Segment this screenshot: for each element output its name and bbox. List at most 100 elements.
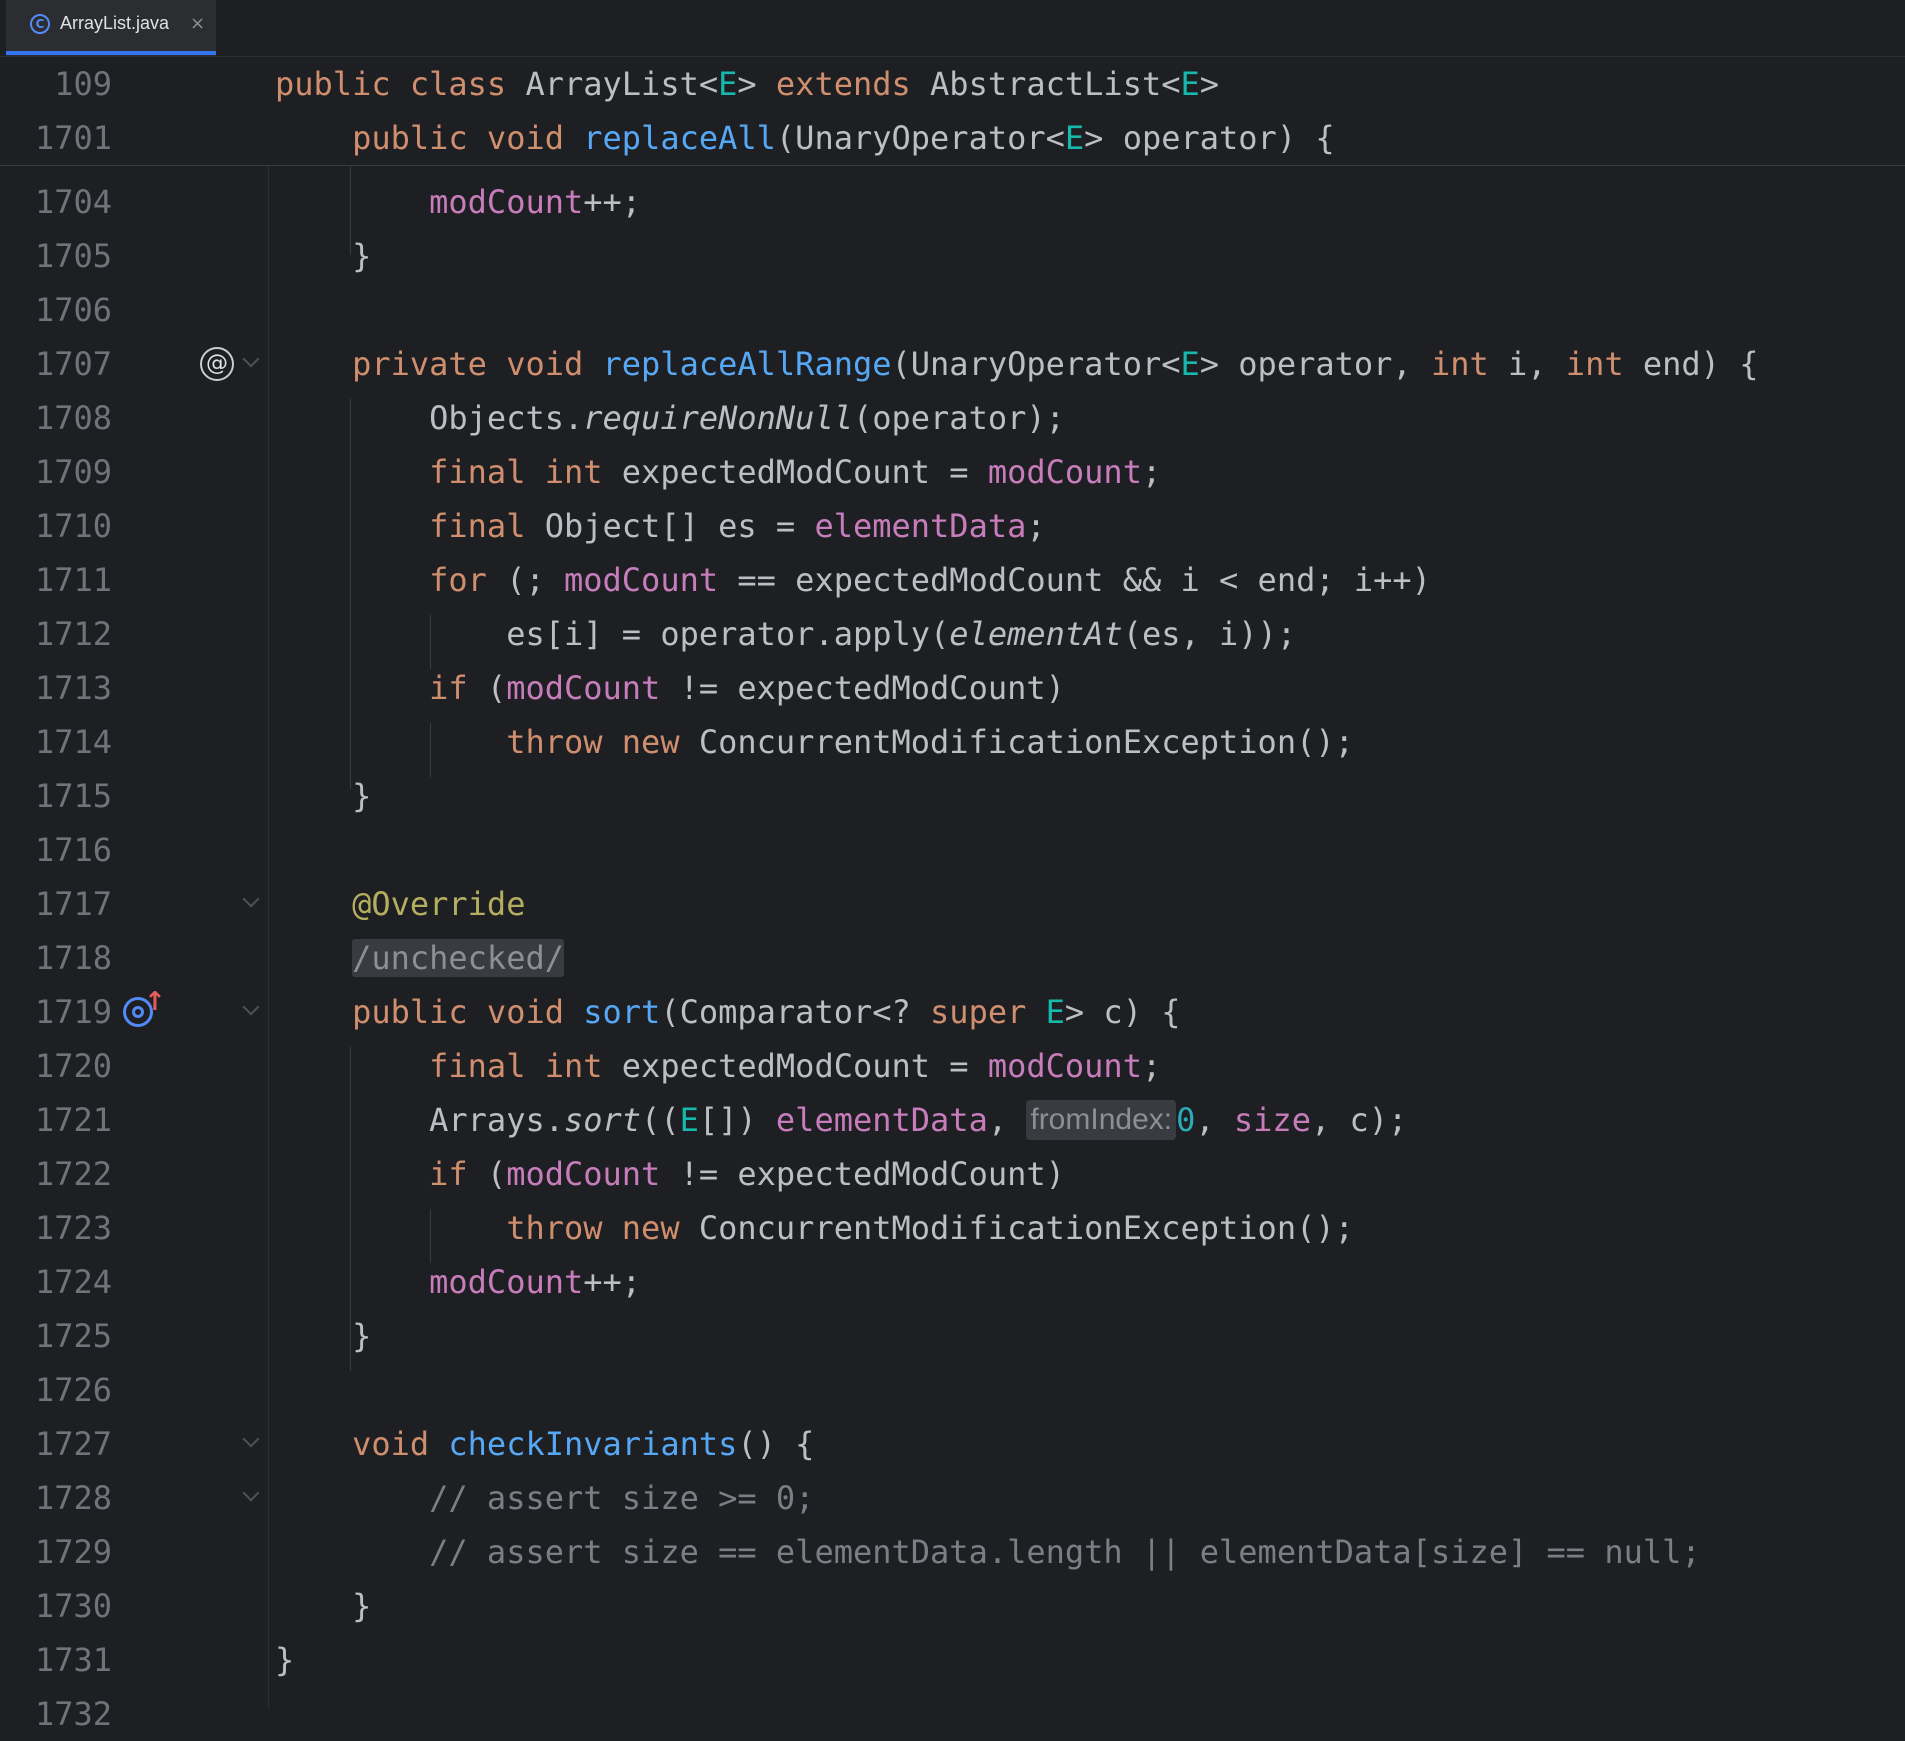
code-line: final int expectedModCount = modCount;	[429, 1047, 1162, 1085]
line-number: 1728	[34, 1479, 112, 1517]
code-line: modCount++;	[429, 183, 642, 221]
code-row[interactable]: 1717 @Override	[0, 877, 1905, 931]
tab-label: ArrayList.java	[60, 13, 170, 33]
code-line: }	[275, 237, 372, 275]
code-row[interactable]: 1719 ↑ public void sort(Comparator<? sup…	[0, 985, 1905, 1039]
line-number: 1719	[34, 993, 112, 1031]
code-row[interactable]: 1724 modCount++;	[0, 1255, 1905, 1309]
code-line: void checkInvariants() {	[352, 1425, 815, 1463]
fold-chevron-icon[interactable]	[242, 1484, 260, 1502]
code-row[interactable]: 1711 for (; modCount == expectedModCount…	[0, 553, 1905, 607]
code-comment: // assert size >= 0;	[275, 1479, 815, 1517]
line-number: 1731	[34, 1641, 112, 1679]
code-row[interactable]: 1723 throw new ConcurrentModificationExc…	[0, 1201, 1905, 1255]
code-line: for (; modCount == expectedModCount && i…	[429, 561, 1431, 599]
code-line: es[i] = operator.apply(elementAt(es, i))…	[275, 615, 1297, 653]
line-number: 1701	[34, 119, 112, 157]
code-row[interactable]: 1707 @ private void replaceAllRange(Unar…	[0, 337, 1905, 391]
code-line: @Override	[352, 885, 526, 923]
fold-chevron-icon[interactable]	[242, 890, 260, 908]
line-number: 1724	[34, 1263, 112, 1301]
implements-interface-icon[interactable]: @	[200, 347, 234, 381]
line-number: 1717	[34, 885, 112, 923]
line-number: 109	[54, 65, 112, 103]
code-row[interactable]: 1718 /unchecked/	[0, 931, 1905, 985]
line-number: 1723	[34, 1209, 112, 1247]
code-row[interactable]: 1732	[0, 1687, 1905, 1741]
code-row[interactable]: 1716	[0, 823, 1905, 877]
code-line: if (modCount != expectedModCount)	[429, 669, 1065, 707]
code-line: public void replaceAll(UnaryOperator<E> …	[352, 119, 1335, 157]
tab-arraylist-java[interactable]: C ArrayList.java ×	[6, 0, 216, 56]
line-number: 1716	[34, 831, 112, 869]
folded-region[interactable]: /unchecked/	[275, 931, 564, 985]
active-tab-indicator	[6, 51, 216, 55]
sticky-lines-header[interactable]: 109 public class ArrayList<E> extends Ab…	[0, 57, 1905, 166]
line-number: 1705	[34, 237, 112, 275]
code-row[interactable]: 1709 final int expectedModCount = modCou…	[0, 445, 1905, 499]
editor-tab-bar: C ArrayList.java ×	[0, 0, 1905, 57]
line-number: 1710	[34, 507, 112, 545]
sticky-line[interactable]: 109 public class ArrayList<E> extends Ab…	[0, 57, 1905, 111]
code-row[interactable]: 1712 es[i] = operator.apply(elementAt(es…	[0, 607, 1905, 661]
code-row[interactable]: 1720 final int expectedModCount = modCou…	[0, 1039, 1905, 1093]
line-number: 1729	[34, 1533, 112, 1571]
code-row[interactable]: 1708 Objects.requireNonNull(operator);	[0, 391, 1905, 445]
parameter-hint: fromIndex:	[1026, 1100, 1177, 1140]
code-row[interactable]: 1727 void checkInvariants() {	[0, 1417, 1905, 1471]
code-row[interactable]: 1715 }	[0, 769, 1905, 823]
code-row[interactable]: 1706	[0, 283, 1905, 337]
code-line: private void replaceAllRange(UnaryOperat…	[352, 345, 1759, 383]
line-number: 1704	[34, 183, 112, 221]
code-row[interactable]: 1731 }	[0, 1633, 1905, 1687]
line-number: 1718	[34, 939, 112, 977]
code-line: }	[275, 777, 372, 815]
close-icon[interactable]: ×	[190, 13, 205, 34]
line-number: 1726	[34, 1371, 112, 1409]
code-line: final Object[] es = elementData;	[429, 507, 1046, 545]
code-row[interactable]: 1713 if (modCount != expectedModCount)	[0, 661, 1905, 715]
code-row[interactable]: 1725 }	[0, 1309, 1905, 1363]
line-number: 1708	[34, 399, 112, 437]
code-line: public void sort(Comparator<? super E> c…	[352, 993, 1181, 1031]
code-row[interactable]: 1721 Arrays.sort((E[]) elementData, from…	[0, 1093, 1905, 1147]
code-line: Arrays.sort((E[]) elementData, fromIndex…	[275, 1100, 1408, 1140]
code-line: }	[275, 1587, 372, 1625]
line-number: 1715	[34, 777, 112, 815]
code-row[interactable]: 1730 }	[0, 1579, 1905, 1633]
line-number: 1732	[34, 1695, 112, 1733]
code-row[interactable]: 1705 }	[0, 229, 1905, 283]
code-line: final int expectedModCount = modCount;	[429, 453, 1162, 491]
sticky-line[interactable]: 1701 public void replaceAll(UnaryOperato…	[0, 111, 1905, 165]
line-number: 1722	[34, 1155, 112, 1193]
line-number: 1725	[34, 1317, 112, 1355]
code-editor[interactable]: 109 public class ArrayList<E> extends Ab…	[0, 57, 1905, 1733]
code-comment: // assert size == elementData.length || …	[275, 1533, 1701, 1571]
class-icon: C	[30, 14, 50, 34]
code-row[interactable]: 1704 modCount++;	[0, 175, 1905, 229]
line-number: 1706	[34, 291, 112, 329]
code-row[interactable]: 1728 // assert size >= 0;	[0, 1471, 1905, 1525]
line-number: 1727	[34, 1425, 112, 1463]
line-number: 1730	[34, 1587, 112, 1625]
code-row[interactable]: 1714 throw new ConcurrentModificationExc…	[0, 715, 1905, 769]
code-line: throw new ConcurrentModificationExceptio…	[506, 1209, 1354, 1247]
code-line: }	[275, 1641, 295, 1679]
line-number: 1707	[34, 345, 112, 383]
code-line: modCount++;	[429, 1263, 642, 1301]
code-row[interactable]: 1710 final Object[] es = elementData;	[0, 499, 1905, 553]
code-line: public class ArrayList<E> extends Abstra…	[275, 65, 1220, 103]
line-number: 1711	[34, 561, 112, 599]
fold-chevron-icon[interactable]	[242, 1430, 260, 1448]
code-line: Objects.requireNonNull(operator);	[275, 399, 1065, 437]
line-number: 1714	[34, 723, 112, 761]
line-number: 1720	[34, 1047, 112, 1085]
line-number: 1712	[34, 615, 112, 653]
code-row[interactable]: 1726	[0, 1363, 1905, 1417]
up-arrow-icon: ↑	[144, 987, 166, 1017]
code-row[interactable]: 1729 // assert size == elementData.lengt…	[0, 1525, 1905, 1579]
line-number: 1721	[34, 1101, 112, 1139]
code-row[interactable]: 1722 if (modCount != expectedModCount)	[0, 1147, 1905, 1201]
fold-chevron-icon[interactable]	[242, 350, 260, 368]
fold-chevron-icon[interactable]	[242, 998, 260, 1016]
